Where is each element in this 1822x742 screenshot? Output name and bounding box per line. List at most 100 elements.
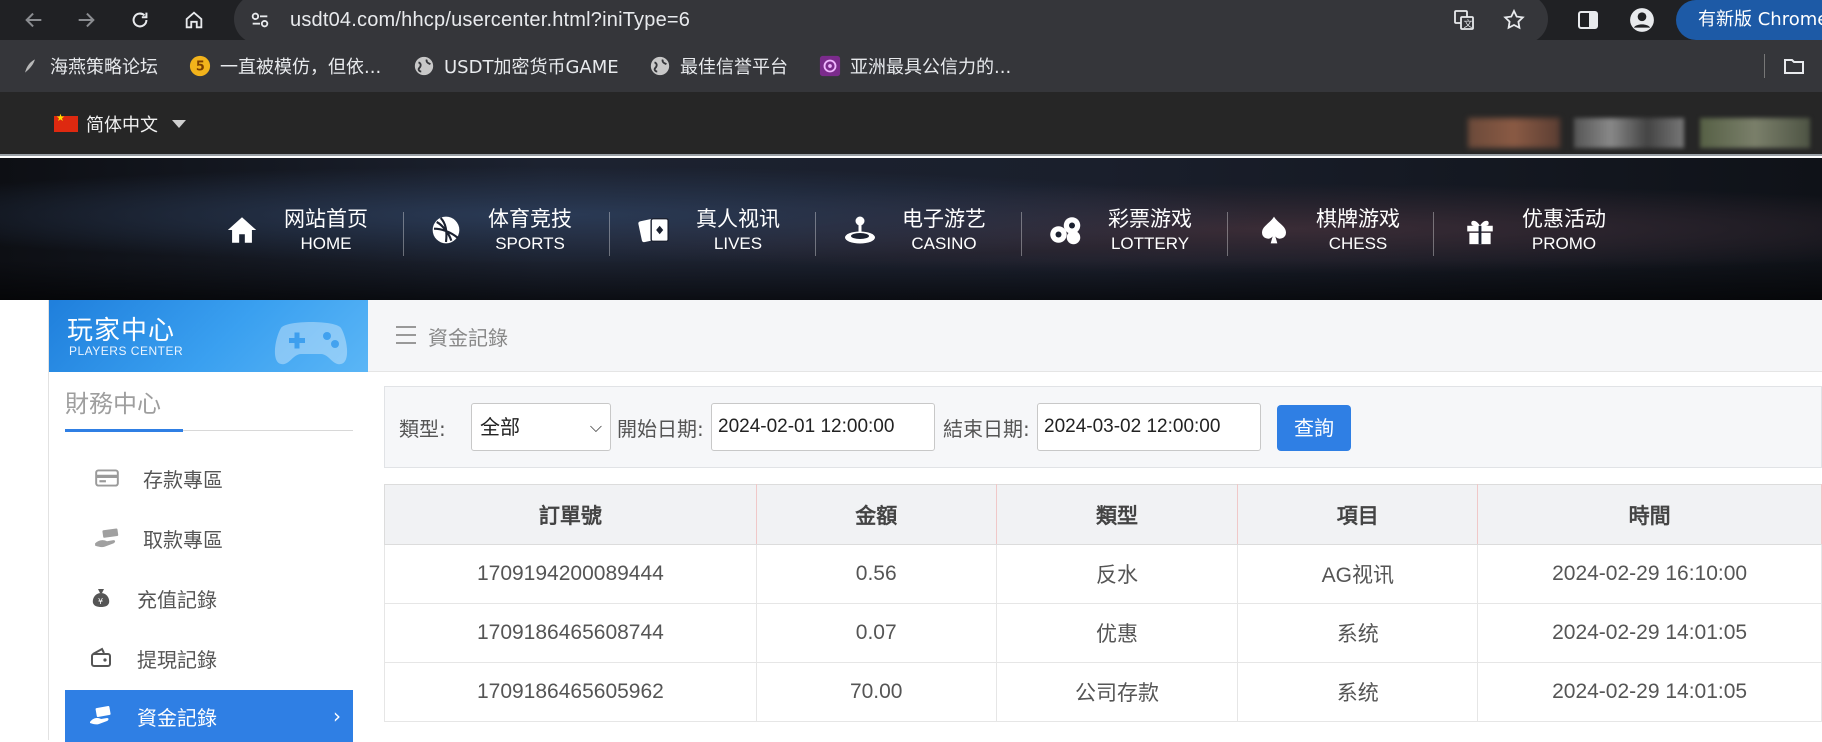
bookmarks-bar: 海燕策略论坛 5 一直被模仿，但依... USDT加密货币GAME 最佳信誉平台… — [0, 40, 1822, 92]
profile-avatar-icon[interactable] — [1628, 6, 1656, 34]
gift-icon — [1460, 210, 1500, 250]
col-item: 項目 — [1237, 484, 1479, 545]
cash-hand-icon — [87, 702, 115, 730]
nav-separator — [1021, 212, 1022, 256]
translate-icon[interactable]: 文 — [1450, 6, 1478, 34]
bookmark-item[interactable]: 最佳信誉平台 — [648, 40, 788, 92]
cell-item: AG视讯 — [1237, 544, 1479, 604]
hand-cash-icon — [93, 524, 121, 552]
blurred-user-info — [1468, 118, 1560, 148]
bookmark-item[interactable]: USDT加密货币GAME — [412, 40, 619, 92]
cell-order-number: 1709186465605962 — [384, 662, 757, 722]
nav-lottery[interactable]: 彩票游戏 LOTTERY — [1046, 200, 1192, 260]
forward-icon[interactable] — [70, 4, 102, 36]
cell-type: 公司存款 — [995, 662, 1239, 722]
site-info-icon[interactable] — [246, 6, 274, 34]
breadcrumb: 資金記錄 — [368, 300, 1822, 372]
nav-separator — [1433, 212, 1434, 256]
nav-separator — [1227, 212, 1228, 256]
finance-center-title: 財務中心 — [65, 390, 161, 418]
sidebar-item-fund-records[interactable]: 資金記錄 › — [65, 690, 353, 742]
menu-icon[interactable] — [396, 326, 416, 344]
col-type: 類型 — [995, 484, 1239, 545]
bookmark-separator — [1764, 54, 1765, 78]
player-center-header: 玩家中心 PLAYERS CENTER — [49, 300, 369, 372]
cell-amount: 70.00 — [755, 662, 997, 722]
wallet-icon — [87, 644, 115, 672]
ball-icon — [426, 210, 466, 250]
nav-lives[interactable]: 真人视讯 LIVES — [634, 200, 780, 260]
blurred-user-info — [1574, 118, 1684, 148]
nav-home[interactable]: 网站首页 HOME — [222, 200, 368, 260]
globe-icon — [412, 54, 436, 78]
bookmark-item[interactable]: 5 一直被模仿，但依... — [188, 40, 381, 92]
nav-promo[interactable]: 优惠活动 PROMO — [1460, 200, 1606, 260]
sidebar-item-withdraw[interactable]: 取款專區 — [65, 512, 353, 564]
card-icon — [93, 464, 121, 492]
sidebar-item-recharge-records[interactable]: ¥ 充值記錄 — [65, 572, 353, 624]
section-divider-active — [65, 429, 183, 432]
cell-item: 系统 — [1237, 662, 1479, 722]
filter-bar: 類型: 全部 ⌵ 開始日期: 2024-02-01 12:00:00 結束日期:… — [384, 386, 1822, 468]
cell-type: 反水 — [995, 544, 1239, 604]
chevron-right-icon: › — [333, 704, 341, 728]
bookmark-item[interactable]: 海燕策略论坛 — [18, 40, 158, 92]
start-date-label: 開始日期: — [617, 417, 704, 441]
start-date-input[interactable]: 2024-02-01 12:00:00 — [711, 403, 935, 451]
type-label: 類型: — [399, 417, 446, 441]
cell-type: 优惠 — [995, 603, 1239, 663]
url-text[interactable]: usdt04.com/hhcp/usercenter.html?iniType=… — [290, 6, 690, 34]
type-select[interactable]: 全部 ⌵ — [471, 403, 611, 451]
nav-separator — [815, 212, 816, 256]
sidebar-item-withdraw-records[interactable]: 提現記錄 — [65, 632, 353, 684]
cell-time: 2024-02-29 16:10:00 — [1477, 544, 1822, 604]
table-row: 1709186465608744 0.07 优惠 系统 2024-02-29 1… — [384, 603, 1822, 663]
svg-text:文: 文 — [1464, 18, 1473, 30]
globe-icon — [648, 54, 672, 78]
sidebar-item-deposit[interactable]: 存款專區 — [65, 452, 353, 504]
home-icon — [222, 210, 262, 250]
bookmark-5-icon: 5 — [188, 54, 212, 78]
cell-amount: 0.56 — [755, 544, 997, 604]
bookmark-item[interactable]: 亚洲最具公信力的... — [818, 40, 1011, 92]
nav-separator — [403, 212, 404, 256]
end-date-input[interactable]: 2024-03-02 12:00:00 — [1037, 403, 1261, 451]
side-panel-icon[interactable] — [1574, 6, 1602, 34]
svg-text:5: 5 — [196, 60, 205, 75]
china-flag-icon — [54, 113, 78, 132]
joystick-icon — [840, 210, 880, 250]
gamepad-icon — [274, 322, 348, 365]
lottery-balls-icon — [1046, 210, 1086, 250]
cell-item: 系统 — [1237, 603, 1479, 663]
breadcrumb-current: 資金記錄 — [428, 326, 508, 350]
chevron-down-icon: ⌵ — [589, 417, 602, 436]
nav-casino[interactable]: 电子游艺 CASINO — [840, 200, 986, 260]
cell-amount: 0.07 — [755, 603, 997, 663]
chrome-update-button[interactable]: 有新版 Chrome — [1676, 0, 1822, 40]
language-selector[interactable]: 简体中文 — [54, 106, 186, 142]
col-time: 時間 — [1477, 484, 1822, 545]
table-header-row: 訂單號 金額 類型 項目 時間 — [384, 484, 1822, 545]
main-content: 資金記錄 類型: 全部 ⌵ 開始日期: 2024-02-01 12:00:00 … — [368, 300, 1822, 740]
col-order-number: 訂單號 — [384, 484, 757, 545]
cell-order-number: 1709194200089444 — [384, 544, 757, 604]
table-row: 1709194200089444 0.56 反水 AG视讯 2024-02-29… — [384, 544, 1822, 604]
bookmark-flower-icon — [818, 54, 842, 78]
table-row: 1709186465605962 70.00 公司存款 系统 2024-02-2… — [384, 662, 1822, 722]
nav-sports[interactable]: 体育竞技 SPORTS — [426, 200, 572, 260]
home-icon[interactable] — [178, 4, 210, 36]
back-icon[interactable] — [18, 4, 50, 36]
player-center-sidebar: 玩家中心 PLAYERS CENTER 財務中心 存款專區 取款專區 ¥ 充值記… — [48, 300, 369, 742]
spade-icon — [1254, 210, 1294, 250]
all-bookmarks-folder-icon[interactable] — [1782, 40, 1806, 92]
fund-records-table: 訂單號 金額 類型 項目 時間 1709194200089444 0.56 反水… — [384, 484, 1822, 722]
chevron-down-icon — [172, 120, 186, 128]
bookmark-star-icon[interactable] — [1500, 6, 1528, 34]
browser-toolbar: usdt04.com/hhcp/usercenter.html?iniType=… — [0, 0, 1822, 44]
query-button[interactable]: 查詢 — [1277, 405, 1351, 451]
col-amount: 金額 — [755, 484, 997, 545]
end-date-label: 結束日期: — [943, 417, 1030, 441]
nav-chess[interactable]: 棋牌游戏 CHESS — [1254, 200, 1400, 260]
reload-icon[interactable] — [124, 4, 156, 36]
nav-separator — [609, 212, 610, 256]
